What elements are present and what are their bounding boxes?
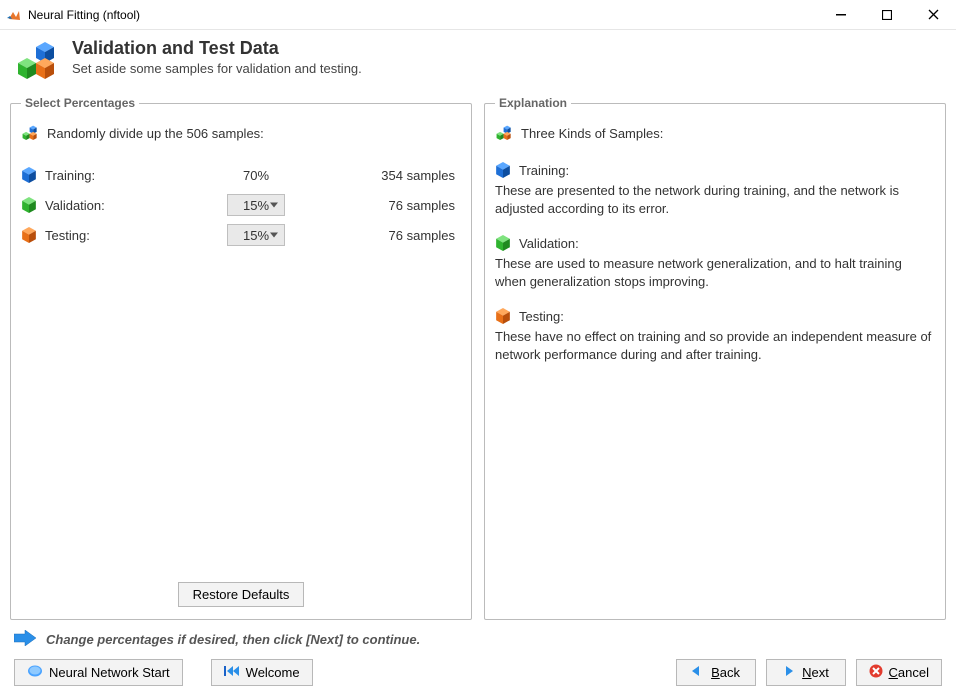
three-kinds-heading: Three Kinds of Samples: [495, 124, 935, 142]
validation-percent-select[interactable]: 15% [227, 194, 285, 216]
validation-row: Validation: 15% 76 samples [21, 190, 461, 220]
window-buttons [818, 0, 956, 29]
cubes-small-icon [495, 124, 513, 142]
next-button[interactable]: Next [766, 659, 846, 686]
three-kinds-text: Three Kinds of Samples: [521, 126, 663, 141]
page-title: Validation and Test Data [72, 38, 362, 59]
main-body: Select Percentages Randomly divide up th… [0, 96, 956, 620]
back-label: Back [711, 665, 740, 680]
orange-cube-icon [495, 308, 511, 324]
maximize-button[interactable] [864, 0, 910, 29]
titlebar: Neural Fitting (nftool) [0, 0, 956, 30]
cubes-icon [14, 38, 60, 84]
restore-defaults-button[interactable]: Restore Defaults [178, 582, 305, 607]
next-icon [782, 665, 796, 680]
explanation-legend: Explanation [495, 96, 571, 110]
testing-samples: 76 samples [301, 228, 461, 243]
validation-samples: 76 samples [301, 198, 461, 213]
exp-training-heading: Training: [495, 162, 935, 178]
neural-network-start-button[interactable]: Neural Network Start [14, 659, 183, 686]
neural-network-start-label: Neural Network Start [49, 665, 170, 680]
cancel-button[interactable]: Cancel [856, 659, 942, 686]
arrow-right-icon [14, 630, 36, 649]
select-percentages-legend: Select Percentages [21, 96, 139, 110]
page-subtitle: Set aside some samples for validation an… [72, 61, 362, 76]
explanation-panel: Explanation Three Kinds of Samples: Trai… [484, 96, 946, 620]
minimize-button[interactable] [818, 0, 864, 29]
orange-cube-icon [21, 227, 37, 243]
restore-defaults-label: Restore Defaults [193, 587, 290, 602]
welcome-label: Welcome [246, 665, 300, 680]
window-title: Neural Fitting (nftool) [28, 8, 818, 22]
blue-cube-icon [495, 162, 511, 178]
training-percent: 70% [243, 168, 269, 183]
training-row: Training: 70% 354 samples [21, 160, 461, 190]
green-cube-icon [21, 197, 37, 213]
testing-row: Testing: 15% 76 samples [21, 220, 461, 250]
next-label: Next [802, 665, 829, 680]
testing-percent-select[interactable]: 15% [227, 224, 285, 246]
instruction-bar: Change percentages if desired, then clic… [0, 620, 956, 653]
footer: Neural Network Start Welcome Back [0, 653, 956, 698]
exp-training-text: These are presented to the network durin… [495, 182, 935, 217]
back-icon [691, 665, 705, 680]
cubes-small-icon [21, 124, 39, 142]
training-samples: 354 samples [301, 168, 461, 183]
select-percentages-panel: Select Percentages Randomly divide up th… [10, 96, 472, 620]
validation-label: Validation: [45, 198, 105, 213]
exp-validation-text: These are used to measure network genera… [495, 255, 935, 290]
cancel-label: Cancel [889, 665, 929, 680]
cancel-icon [869, 664, 883, 681]
brain-icon [27, 664, 43, 681]
exp-validation-heading: Validation: [495, 235, 935, 251]
green-cube-icon [495, 235, 511, 251]
instruction-text: Change percentages if desired, then clic… [46, 632, 420, 647]
validation-percent-value: 15% [243, 198, 269, 213]
rewind-icon [224, 665, 240, 680]
exp-validation-label: Validation: [519, 236, 579, 251]
exp-testing-heading: Testing: [495, 308, 935, 324]
welcome-button[interactable]: Welcome [211, 659, 313, 686]
exp-training-label: Training: [519, 163, 569, 178]
exp-testing-text: These have no effect on training and so … [495, 328, 935, 363]
blue-cube-icon [21, 167, 37, 183]
close-button[interactable] [910, 0, 956, 29]
back-button[interactable]: Back [676, 659, 756, 686]
testing-label: Testing: [45, 228, 90, 243]
divide-intro-text: Randomly divide up the 506 samples: [47, 126, 264, 141]
divide-intro: Randomly divide up the 506 samples: [21, 124, 461, 142]
exp-testing-label: Testing: [519, 309, 564, 324]
testing-percent-value: 15% [243, 228, 269, 243]
training-label: Training: [45, 168, 95, 183]
page-header: Validation and Test Data Set aside some … [0, 30, 956, 96]
matlab-icon [6, 7, 22, 23]
